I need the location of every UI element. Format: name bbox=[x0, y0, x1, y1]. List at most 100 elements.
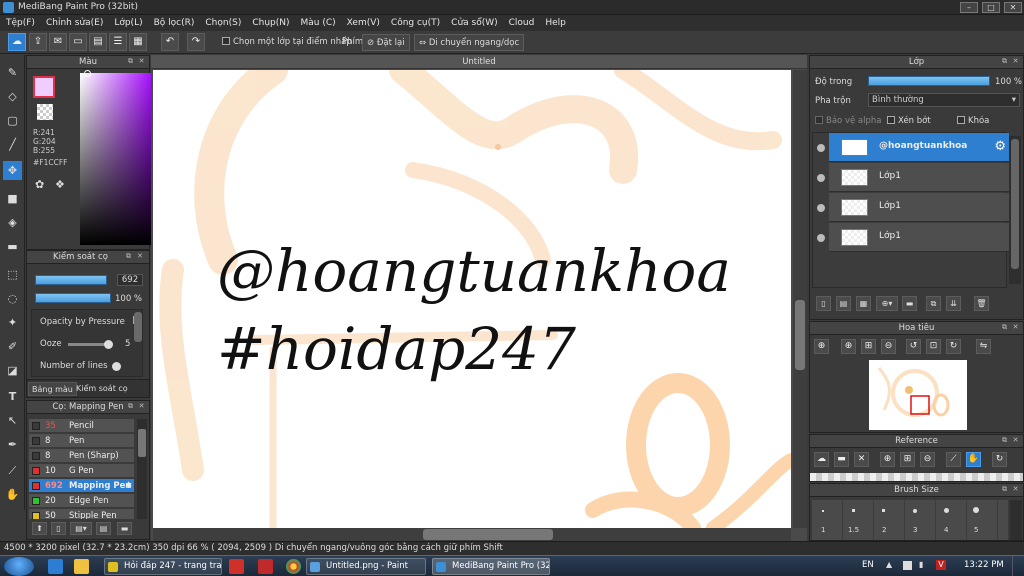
open-reference-icon[interactable]: ▬ bbox=[834, 452, 849, 467]
move-horizontal-vertical-button[interactable]: ⇔ Di chuyển ngang/dọc bbox=[414, 34, 525, 51]
color-set-icon[interactable]: ❖ bbox=[55, 178, 71, 192]
reference-fit-icon[interactable]: ⊞ bbox=[900, 452, 915, 467]
brush-item[interactable]: 50 Stipple Pen bbox=[29, 509, 134, 520]
bucket-tool-icon[interactable]: ◈ bbox=[3, 213, 22, 232]
operation-tool-icon[interactable]: ↖ bbox=[3, 411, 22, 430]
brush-settings-icon[interactable]: ✱ bbox=[125, 479, 132, 493]
float-icon[interactable]: ⧉ bbox=[1000, 323, 1009, 332]
menu-color[interactable]: Màu (C) bbox=[295, 18, 341, 28]
new-brush-icon[interactable]: ▯ bbox=[51, 522, 66, 535]
minimize-button[interactable]: – bbox=[960, 2, 978, 13]
close-icon[interactable]: ✕ bbox=[137, 402, 146, 411]
flip-icon[interactable]: ⇋ bbox=[976, 339, 991, 354]
brush-size-option[interactable]: 3 bbox=[913, 526, 917, 534]
language-indicator[interactable]: EN bbox=[862, 560, 874, 570]
rotate-right-icon[interactable]: ↻ bbox=[946, 339, 961, 354]
tray-expand-icon[interactable]: ▲ bbox=[886, 560, 896, 570]
number-of-lines-knob[interactable] bbox=[112, 362, 121, 371]
layer-row[interactable]: Lớp1 bbox=[829, 193, 1009, 222]
clock[interactable]: 13:22 PM bbox=[964, 560, 1004, 570]
brush-item[interactable]: 20 Edge Pen bbox=[29, 494, 134, 508]
brush-size-option[interactable]: 1.5 bbox=[848, 526, 859, 534]
close-reference-icon[interactable]: ✕ bbox=[854, 452, 869, 467]
text-tool-icon[interactable]: T bbox=[3, 387, 22, 406]
layer-row[interactable]: Lớp1 bbox=[829, 163, 1009, 192]
brush-size-bar[interactable] bbox=[35, 275, 107, 285]
hand-tool-icon[interactable]: ✋ bbox=[3, 485, 22, 504]
secondary-color-swatch[interactable] bbox=[37, 104, 53, 120]
primary-color-swatch[interactable] bbox=[33, 76, 55, 98]
close-icon[interactable]: ✕ bbox=[137, 57, 146, 66]
brush-size-option[interactable]: 1 bbox=[821, 526, 825, 534]
move-tool-icon[interactable]: ✥ bbox=[3, 161, 22, 180]
lock-checkbox[interactable]: Khóa bbox=[957, 116, 989, 126]
chat-icon[interactable]: ▭ bbox=[69, 33, 87, 51]
brush-folder-icon[interactable]: ▬ bbox=[117, 522, 132, 535]
actual-size-icon[interactable]: ⊡ bbox=[926, 339, 941, 354]
document-tab[interactable]: Untitled bbox=[151, 55, 807, 69]
protect-alpha-checkbox[interactable]: Bảo vệ alpha bbox=[815, 116, 881, 126]
eye-icon[interactable] bbox=[817, 174, 825, 182]
brush-menu-icon[interactable]: ▤▾ bbox=[70, 522, 92, 535]
reset-button[interactable]: ⊘ Đặt lại bbox=[362, 34, 410, 51]
menu-select[interactable]: Chọn(S) bbox=[199, 18, 246, 28]
new-8bit-layer-icon[interactable]: ▦ bbox=[856, 296, 871, 311]
new-layer-icon[interactable]: ▯ bbox=[816, 296, 831, 311]
eyedropper-tool-icon[interactable]: ⟋ bbox=[3, 461, 22, 480]
reference-eyedropper-icon[interactable]: ⟋ bbox=[946, 452, 961, 467]
divide-tool-icon[interactable]: ✒ bbox=[3, 435, 22, 454]
brush-properties-scrollbar[interactable] bbox=[134, 312, 142, 342]
menu-cloud[interactable]: Cloud bbox=[503, 18, 540, 28]
menu-layer[interactable]: Lớp(L) bbox=[108, 18, 147, 28]
layer-settings-gear-icon[interactable]: ⚙ bbox=[994, 139, 1006, 154]
tab-palette[interactable]: Bảng màu bbox=[28, 382, 77, 396]
redo-icon[interactable]: ↷ bbox=[187, 33, 205, 51]
horizontal-scrollbar[interactable] bbox=[153, 528, 791, 541]
select-tool-icon[interactable]: ⬚ bbox=[3, 265, 22, 284]
close-icon[interactable]: ✕ bbox=[137, 252, 146, 261]
brush-copy-icon[interactable]: ▤ bbox=[96, 522, 111, 535]
select-eraser-tool-icon[interactable]: ◪ bbox=[3, 361, 22, 380]
close-icon[interactable]: ✕ bbox=[1011, 485, 1020, 494]
fill-rect-tool-icon[interactable]: ■ bbox=[3, 189, 22, 208]
network-icon[interactable]: ▮ bbox=[919, 560, 929, 570]
layer-row-selected[interactable]: @hoangtuankhoa ⚙ bbox=[829, 133, 1009, 162]
undo-icon[interactable]: ↶ bbox=[161, 33, 179, 51]
line-tool-icon[interactable]: ╱ bbox=[3, 135, 22, 154]
eye-icon[interactable] bbox=[817, 204, 825, 212]
blend-mode-select[interactable]: Bình thường ▾ bbox=[868, 93, 1020, 107]
cloud-icon[interactable]: ☁ bbox=[8, 33, 26, 51]
reference-zoom-in-icon[interactable]: ⊕ bbox=[880, 452, 895, 467]
reference-rotate-icon[interactable]: ↻ bbox=[992, 452, 1007, 467]
close-icon[interactable]: ✕ bbox=[1011, 323, 1020, 332]
reference-zoom-out-icon[interactable]: ⊖ bbox=[920, 452, 935, 467]
float-icon[interactable]: ⧉ bbox=[1000, 436, 1009, 445]
layer-row[interactable]: Lớp1 bbox=[829, 223, 1009, 252]
zoom-out-icon[interactable]: ⊖ bbox=[881, 339, 896, 354]
navigator-preview[interactable] bbox=[869, 360, 967, 430]
comment-icon[interactable]: ✉ bbox=[49, 33, 67, 51]
menu-edit[interactable]: Chỉnh sửa(E) bbox=[40, 18, 108, 28]
media-player-icon[interactable] bbox=[229, 559, 244, 574]
add-brush-icon[interactable]: ⬆ bbox=[32, 522, 47, 535]
chrome-icon[interactable] bbox=[286, 559, 301, 574]
zoom-plus-icon[interactable]: ⊕ bbox=[841, 339, 856, 354]
rectangle-tool-icon[interactable]: ▢ bbox=[3, 111, 22, 130]
brush-list-scrollbar[interactable] bbox=[137, 419, 147, 519]
select-pen-tool-icon[interactable]: ✐ bbox=[3, 337, 22, 356]
menu-snap[interactable]: Chụp(N) bbox=[246, 18, 294, 28]
taskbar-item-paint[interactable]: Untitled.png - Paint bbox=[306, 558, 426, 575]
menu-view[interactable]: Xem(V) bbox=[341, 18, 385, 28]
taskbar-item-medibang[interactable]: MediBang Paint Pro (32... bbox=[432, 558, 550, 575]
eye-icon[interactable] bbox=[817, 234, 825, 242]
folder-icon[interactable]: ▬ bbox=[902, 296, 917, 311]
brush-size-scrollbar[interactable] bbox=[1010, 500, 1022, 540]
brush-item-selected[interactable]: 692 Mapping Pen ✱ bbox=[29, 479, 134, 493]
upload-reference-icon[interactable]: ☁ bbox=[814, 452, 829, 467]
file-explorer-icon[interactable] bbox=[74, 559, 89, 574]
layer-list-scrollbar[interactable] bbox=[1009, 136, 1021, 284]
add-layer-menu-icon[interactable]: ⊕▾ bbox=[876, 296, 898, 311]
color-picker-cursor[interactable] bbox=[84, 70, 91, 77]
clipping-checkbox[interactable]: Xén bớt bbox=[887, 116, 931, 126]
grid-icon[interactable]: ▦ bbox=[129, 33, 147, 51]
